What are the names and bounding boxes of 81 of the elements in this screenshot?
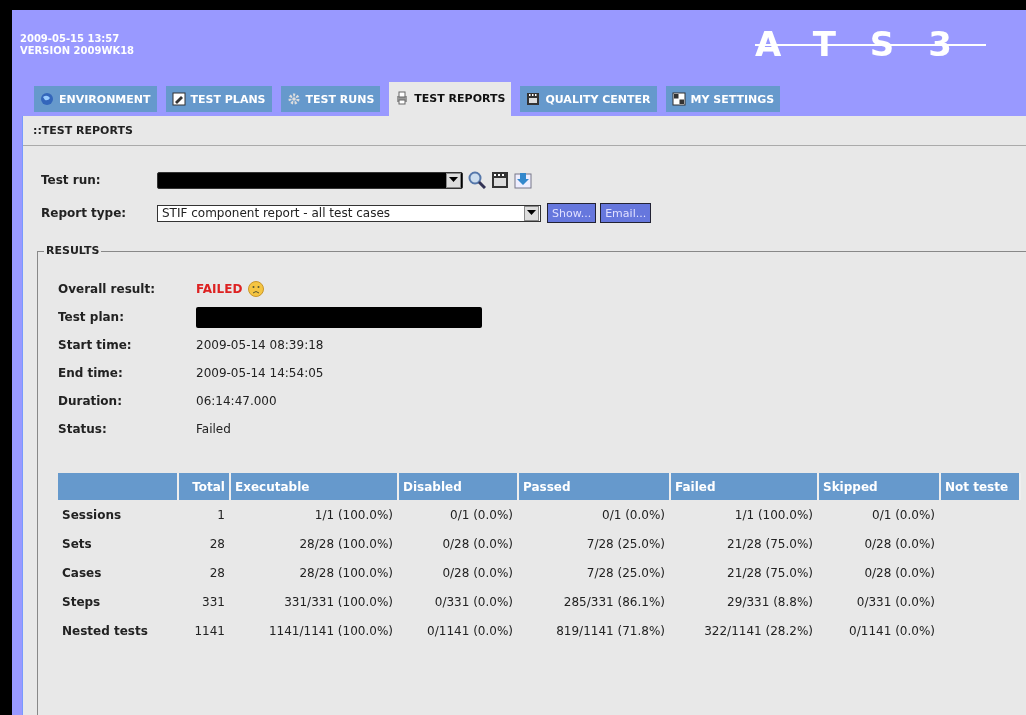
table-cell-text: 1141/1141 (100.0%)	[267, 622, 394, 640]
table-cell: 1	[178, 500, 230, 529]
field-label: Status:	[58, 422, 108, 436]
version-label: VERSION 2009WK18	[20, 45, 135, 57]
caret-icon	[527, 210, 536, 216]
table-cell-text: 331	[201, 593, 226, 611]
film-icon[interactable]	[491, 171, 509, 189]
table-cell-text: 0/331 (0.0%)	[433, 593, 514, 611]
globe-icon	[40, 92, 54, 106]
table-cell: 0/1 (0.0%)	[518, 500, 670, 529]
field-label: Test run:	[41, 173, 102, 187]
row-label: Sets	[61, 535, 93, 553]
table-cell-text: 21/28 (75.0%)	[726, 535, 814, 553]
column-header: Executable	[230, 473, 398, 500]
tab[interactable]: TEST REPORTS	[389, 82, 512, 116]
table-cell-text: 0/28 (0.0%)	[441, 564, 514, 582]
table-cell-text: 0/1141 (0.0%)	[848, 622, 936, 640]
tab[interactable]: ENVIRONMENT	[34, 86, 157, 112]
field-value: 06:14:47.000	[196, 394, 277, 408]
table-cell: 0/1 (0.0%)	[818, 500, 940, 529]
field-label: Duration:	[58, 394, 123, 408]
table-cell-text: 28/28 (100.0%)	[298, 564, 394, 582]
table-cell: 1/1 (100.0%)	[230, 500, 398, 529]
field-label: Start time:	[58, 338, 133, 352]
gear-icon	[286, 92, 301, 106]
action-button[interactable]: Show...	[547, 203, 597, 223]
search-icon[interactable]	[468, 171, 486, 189]
column-header: Total	[178, 473, 230, 500]
test-run-select[interactable]	[157, 171, 463, 189]
field-value: Failed	[196, 422, 231, 436]
grid-icon	[671, 92, 686, 106]
field-value: 2009-05-14 08:39:18	[196, 338, 324, 352]
export-icon[interactable]	[514, 171, 532, 189]
table-cell-text: 1141	[193, 622, 226, 640]
timestamp: 2009-05-15 13:57	[20, 33, 121, 45]
sad-face-icon	[248, 281, 265, 297]
row-label: Sessions	[58, 500, 178, 529]
row-label: Cases	[61, 564, 103, 582]
result-value: FAILED	[196, 282, 243, 296]
tab[interactable]: QUALITY CENTER	[520, 86, 657, 112]
page-title: ::TEST REPORTS	[33, 124, 133, 137]
caret-icon	[449, 177, 458, 183]
table-cell-text: 29/331 (8.8%)	[726, 593, 814, 611]
tab[interactable]: TEST RUNS	[280, 86, 381, 112]
table-cell-text: 7/28 (25.0%)	[585, 535, 666, 553]
tab[interactable]: MY SETTINGS	[665, 86, 781, 112]
tab[interactable]: TEST PLANS	[165, 86, 272, 112]
field-label: Overall result:	[58, 282, 156, 296]
column-header: Failed	[670, 473, 818, 500]
table-cell-text: 322/1141 (28.2%)	[703, 622, 814, 640]
logo: ATS3	[755, 24, 986, 64]
table-cell: 0/1 (0.0%)	[398, 500, 518, 529]
table-cell: 1/1 (100.0%)	[670, 500, 818, 529]
report-type-select[interactable]: STIF component report - all test cases	[157, 204, 541, 222]
row-label: Nested tests	[61, 622, 149, 640]
printer-icon	[395, 91, 410, 105]
table-cell-text: 285/331 (86.1%)	[562, 593, 666, 611]
film-icon	[526, 92, 541, 106]
table-cell-text: 28	[208, 535, 226, 553]
row-label: Steps	[61, 593, 102, 611]
column-header: Passed	[518, 473, 670, 500]
column-header: Disabled	[398, 473, 518, 500]
column-header: Skipped	[818, 473, 940, 500]
field-label: Report type:	[41, 206, 128, 220]
section-legend: RESULTS	[44, 244, 102, 257]
table-cell-text: 0/1141 (0.0%)	[426, 622, 514, 640]
field-label: End time:	[58, 366, 124, 380]
table-cell-text: 28/28 (100.0%)	[298, 535, 394, 553]
table-cell-text: 0/28 (0.0%)	[863, 564, 936, 582]
table-cell-text: 21/28 (75.0%)	[726, 564, 814, 582]
column-header: Not teste	[940, 473, 1020, 500]
action-button[interactable]: Email...	[600, 203, 652, 223]
table-cell-text: 819/1141 (71.8%)	[555, 622, 666, 640]
table-cell-text: 7/28 (25.0%)	[585, 564, 666, 582]
table-cell-text: 0/28 (0.0%)	[441, 535, 514, 553]
field-label: Test plan:	[58, 310, 125, 324]
field-value: 2009-05-14 14:54:05	[196, 366, 324, 380]
table-cell-text: 331/331 (100.0%)	[283, 593, 394, 611]
table-cell-text: 0/331 (0.0%)	[855, 593, 936, 611]
table-cell-text: 0/28 (0.0%)	[863, 535, 936, 553]
table-cell-text: 28	[208, 564, 226, 582]
